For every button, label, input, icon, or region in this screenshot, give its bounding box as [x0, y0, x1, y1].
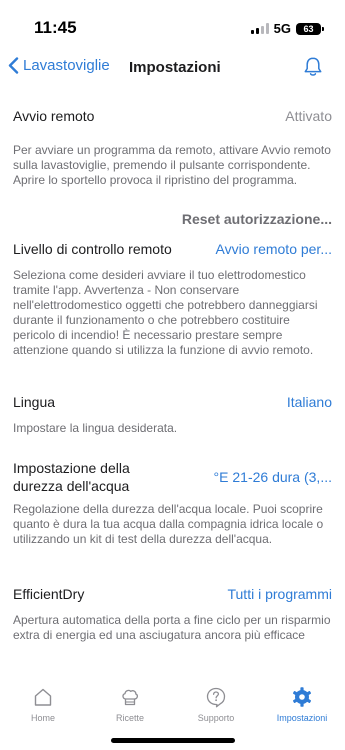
setting-title: Lingua [13, 394, 56, 410]
tab-home[interactable]: Home [3, 686, 83, 723]
tab-supporto[interactable]: Supporto [176, 686, 256, 723]
setting-description: Impostare la lingua desiderata. [13, 421, 178, 435]
reset-authorization-button[interactable]: Reset autorizzazione... [182, 211, 332, 227]
back-label: Lavastoviglie [23, 57, 110, 74]
setting-row[interactable]: EfficientDry Tutti i programmi [13, 585, 332, 603]
status-indicators: 5G 63 [250, 21, 324, 36]
setting-title: Livello di controllo remoto [13, 241, 172, 257]
setting-value: Attivato [285, 108, 332, 124]
setting-water-hardness: Impostazione della durezza dell'acqua °E… [13, 459, 332, 546]
chef-hat-icon [122, 689, 138, 706]
setting-remote-start: Avvio remoto Attivato Per avviare un pro… [13, 107, 332, 227]
bell-icon[interactable] [303, 56, 323, 78]
network-type: 5G [273, 21, 291, 36]
setting-row[interactable]: Avvio remoto Attivato [13, 107, 332, 125]
setting-value[interactable]: °E 21-26 dura (3,... [214, 468, 332, 486]
setting-title: Impostazione della durezza dell'acqua [13, 460, 130, 494]
page-title: Impostazioni [129, 59, 221, 76]
status-time: 11:45 [34, 18, 77, 37]
house-icon [34, 688, 52, 706]
setting-description: Seleziona come desideri avviare il tuo e… [13, 268, 318, 357]
gear-icon [293, 687, 311, 707]
tab-label: Home [30, 713, 55, 723]
help-bubble-icon [206, 687, 226, 708]
setting-language: Lingua Italiano Impostare la lingua desi… [13, 393, 332, 435]
tab-bar: Home Ricette Supporto Impostazioni [0, 687, 345, 734]
setting-value[interactable]: Tutti i programmi [227, 585, 332, 603]
tab-impostazioni[interactable]: Impostazioni [262, 686, 342, 723]
tab-label: Ricette [115, 713, 144, 723]
home-indicator [111, 738, 235, 743]
status-bar: 11:45 5G 63 [0, 0, 345, 44]
setting-efficient-dry: EfficientDry Tutti i programmi Apertura … [13, 585, 332, 642]
chevron-left-icon [8, 57, 19, 74]
nav-bar: Lavastoviglie Impostazioni [0, 50, 345, 84]
tab-label: Supporto [197, 713, 235, 723]
setting-row[interactable]: Lingua Italiano [13, 393, 332, 411]
tab-ricette[interactable]: Ricette [90, 686, 170, 723]
setting-row[interactable]: Livello di controllo remoto Avvio remoto… [13, 240, 332, 258]
setting-description: Apertura automatica della porta a fine c… [13, 613, 331, 642]
tab-label: Impostazioni [276, 713, 328, 723]
setting-value[interactable]: Italiano [287, 393, 332, 411]
signal-icon [250, 23, 269, 34]
back-button[interactable]: Lavastoviglie [8, 57, 110, 74]
setting-value[interactable]: Avvio remoto per... [216, 240, 332, 258]
battery-icon: 63 [296, 22, 324, 35]
setting-description: Per avviare un programma da remoto, atti… [13, 143, 331, 187]
setting-remote-control-level: Livello di controllo remoto Avvio remoto… [13, 240, 332, 357]
setting-title: Avvio remoto [13, 108, 95, 124]
setting-row[interactable]: Impostazione della durezza dell'acqua °E… [13, 459, 332, 495]
setting-title: EfficientDry [13, 586, 85, 602]
setting-description: Regolazione della durezza dell'acqua loc… [13, 502, 324, 546]
